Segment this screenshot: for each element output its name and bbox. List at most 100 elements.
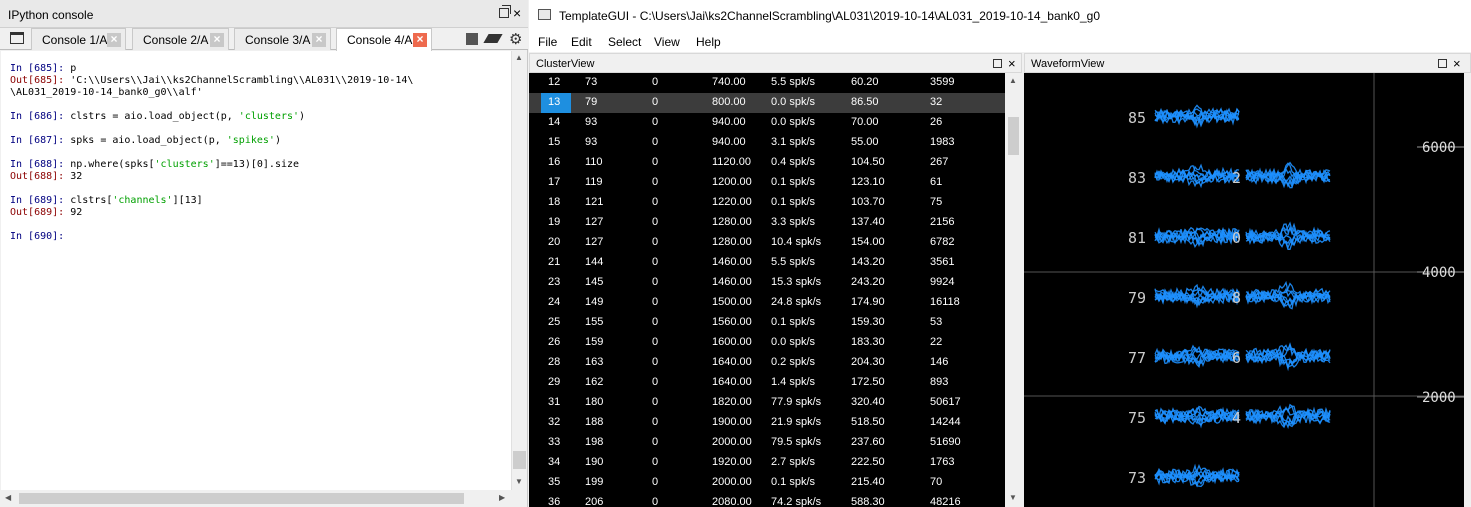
table-cell: 0 (652, 136, 659, 148)
table-cell: 0.1 spk/s (771, 196, 816, 208)
output-prompt: Out[688]: (10, 171, 71, 182)
table-row[interactable]: 16 110 0 1120.00 0.4 spk/s 104.50 267 (529, 153, 1005, 173)
console-text: 'channels' (112, 195, 173, 206)
table-cell: 1460.00 (712, 256, 752, 268)
table-cell: 243.20 (851, 276, 885, 288)
console-horizontal-scrollbar[interactable]: ◀ ▶ (1, 490, 511, 507)
table-row[interactable]: 26 159 0 1600.00 0.0 spk/s 183.30 22 (529, 333, 1005, 353)
undock-icon[interactable] (993, 59, 1002, 68)
cluster-view-title: ClusterView (536, 58, 595, 70)
undock-icon[interactable] (499, 5, 511, 18)
cluster-table[interactable]: 12 73 0 740.00 5.5 spk/s 60.20 3599 13 79 0 800.00… (529, 73, 1005, 507)
scroll-thumb[interactable] (1008, 117, 1019, 155)
console-text: p (70, 63, 77, 74)
scroll-thumb[interactable] (513, 451, 526, 469)
gear-icon[interactable]: ⚙ (509, 30, 522, 48)
close-icon[interactable]: × (1008, 56, 1016, 71)
cluster-table-scrollbar[interactable]: ▲ ▼ (1005, 73, 1022, 507)
table-row[interactable]: 35 199 0 2000.00 0.1 spk/s 215.40 70 (529, 473, 1005, 493)
table-row[interactable]: 12 73 0 740.00 5.5 spk/s 60.20 3599 (529, 73, 1005, 93)
close-tab-icon[interactable]: × (210, 33, 224, 47)
close-icon[interactable]: × (513, 5, 521, 21)
scroll-down-icon[interactable]: ▼ (1009, 493, 1017, 502)
table-cell: 172.50 (851, 376, 885, 388)
tab-console-4[interactable]: Console 4/A × (336, 28, 432, 51)
scroll-left-icon[interactable]: ◀ (5, 493, 11, 502)
scroll-down-icon[interactable]: ▼ (515, 477, 523, 486)
table-cell: 19 (548, 216, 561, 228)
table-row[interactable]: 34 190 0 1920.00 2.7 spk/s 222.50 1763 (529, 453, 1005, 473)
tab-console-1[interactable]: Console 1/A × (31, 28, 126, 50)
axis-tick-label: 2000 (1422, 390, 1456, 406)
undock-icon[interactable] (1438, 59, 1447, 68)
scroll-up-icon[interactable]: ▲ (515, 53, 523, 62)
table-row[interactable]: 31 180 0 1820.00 77.9 spk/s 320.40 50617 (529, 393, 1005, 413)
table-row[interactable]: 20 127 0 1280.00 10.4 spk/s 154.00 6782 (529, 233, 1005, 253)
close-tab-icon[interactable]: × (413, 33, 427, 47)
table-row[interactable]: 36 206 0 2080.00 74.2 spk/s 588.30 48216 (529, 493, 1005, 507)
table-cell: 20 (548, 236, 561, 248)
table-cell: 22 (930, 336, 943, 348)
tab-label: Console 3/A (245, 33, 311, 47)
input-prompt: In [690]: (10, 231, 71, 242)
menu-help[interactable]: Help (696, 35, 721, 49)
table-row[interactable]: 29 162 0 1640.00 1.4 spk/s 172.50 893 (529, 373, 1005, 393)
folder-icon[interactable] (10, 32, 24, 44)
close-tab-icon[interactable]: × (107, 33, 121, 47)
table-cell: 60.20 (851, 76, 879, 88)
channel-label: 6 (1232, 349, 1241, 367)
console-text: np.where(spks[ (70, 159, 155, 170)
output-prompt: Out[689]: (10, 207, 71, 218)
tab-console-3[interactable]: Console 3/A × (234, 28, 331, 50)
table-row[interactable]: 33 198 0 2000.00 79.5 spk/s 237.60 51690 (529, 433, 1005, 453)
tab-label: Console 2/A (143, 33, 209, 47)
scroll-up-icon[interactable]: ▲ (1009, 76, 1017, 85)
table-cell: 0 (652, 416, 659, 428)
table-cell: 0.2 spk/s (771, 356, 816, 368)
waveform-plot[interactable]: 6000 4000 2000 85 83 2 81 0 79 8 77 6 75 4 73 (1024, 73, 1464, 507)
table-row[interactable]: 24 149 0 1500.00 24.8 spk/s 174.90 16118 (529, 293, 1005, 313)
table-cell: 86.50 (851, 96, 879, 108)
table-row[interactable]: 25 155 0 1560.00 0.1 spk/s 159.30 53 (529, 313, 1005, 333)
table-cell: 33 (548, 436, 561, 448)
console-vertical-scrollbar[interactable]: ▲ ▼ (511, 51, 527, 490)
channel-label: 77 (1128, 349, 1146, 367)
table-cell: 2.7 spk/s (771, 456, 816, 468)
table-row[interactable]: 15 93 0 940.00 3.1 spk/s 55.00 1983 (529, 133, 1005, 153)
table-cell: 79 (585, 96, 598, 108)
scroll-thumb[interactable] (19, 493, 464, 504)
table-row[interactable]: 28 163 0 1640.00 0.2 spk/s 204.30 146 (529, 353, 1005, 373)
table-cell: 518.50 (851, 416, 885, 428)
menu-edit[interactable]: Edit (571, 35, 592, 49)
console-output[interactable]: In [685]: p Out[685]: 'C:\\Users\\Jai\\ks… (1, 51, 511, 490)
console-line: In [688]: np.where(spks['clusters']==13)… (10, 159, 511, 171)
console-text: 92 (70, 207, 83, 218)
menu-view[interactable]: View (654, 35, 680, 49)
menu-select[interactable]: Select (608, 35, 641, 49)
table-row[interactable]: 19 127 0 1280.00 3.3 spk/s 137.40 2156 (529, 213, 1005, 233)
stop-icon[interactable] (466, 33, 478, 45)
menu-file[interactable]: File (538, 35, 557, 49)
table-cell: 800.00 (712, 96, 746, 108)
table-row[interactable]: 14 93 0 940.00 0.0 spk/s 70.00 26 (529, 113, 1005, 133)
table-cell: 3599 (930, 76, 955, 88)
tab-console-2[interactable]: Console 2/A × (132, 28, 229, 50)
close-icon[interactable]: × (1453, 56, 1461, 71)
table-row[interactable]: 23 145 0 1460.00 15.3 spk/s 243.20 9924 (529, 273, 1005, 293)
table-row[interactable]: 17 119 0 1200.00 0.1 spk/s 123.10 61 (529, 173, 1005, 193)
scroll-right-icon[interactable]: ▶ (499, 493, 505, 502)
table-cell: 1500.00 (712, 296, 752, 308)
console-line: \AL031_2019-10-14_bank0_g0\\alf' (10, 87, 511, 99)
table-cell: 0.1 spk/s (771, 316, 816, 328)
table-row[interactable]: 32 188 0 1900.00 21.9 spk/s 518.50 14244 (529, 413, 1005, 433)
table-row[interactable]: 13 79 0 800.00 0.0 spk/s 86.50 32 (529, 93, 1005, 113)
close-tab-icon[interactable]: × (312, 33, 326, 47)
table-cell: 3561 (930, 256, 955, 268)
console-text: 32 (70, 171, 83, 182)
table-cell: 1600.00 (712, 336, 752, 348)
table-row[interactable]: 18 121 0 1220.00 0.1 spk/s 103.70 75 (529, 193, 1005, 213)
table-cell: 159 (585, 336, 604, 348)
table-row[interactable]: 21 144 0 1460.00 5.5 spk/s 143.20 3561 (529, 253, 1005, 273)
eraser-icon[interactable] (483, 34, 503, 43)
waveform-canvas[interactable]: 6000 4000 2000 85 83 2 81 0 79 8 77 6 75 4 73 (1024, 73, 1464, 507)
